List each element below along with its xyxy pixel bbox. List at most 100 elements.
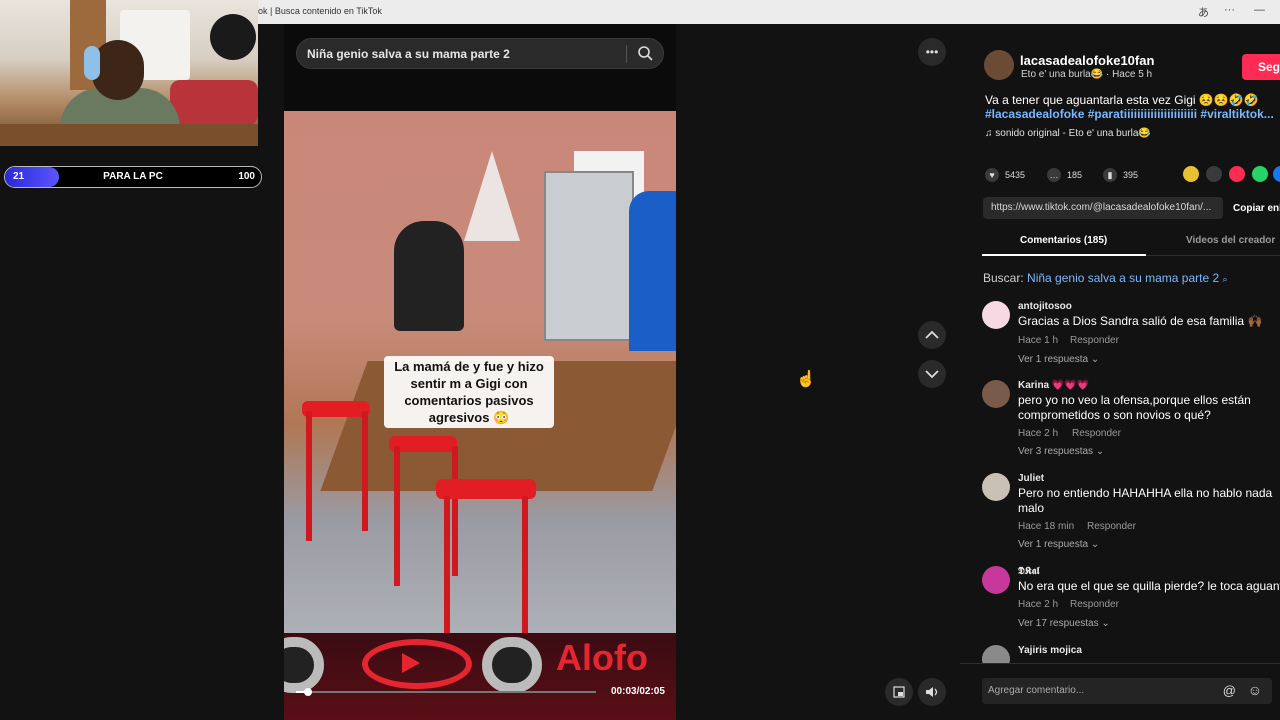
view-replies-link[interactable]: Ver 1 respuesta ⌄: [1018, 539, 1099, 550]
comment-username[interactable]: Karina 💗💗💗: [1018, 380, 1089, 391]
comment-time: Hace 18 min: [1018, 521, 1075, 532]
comment-text: Pero no entiendo HAHAHHA ella no hablo n…: [1018, 486, 1273, 515]
add-comment-placeholder: Agregar comentario...: [988, 685, 1085, 696]
webcam-table: [0, 124, 258, 146]
search-input[interactable]: Niña genio salva a su mama parte 2: [296, 38, 664, 69]
banner-play-icon: [402, 653, 420, 673]
picture-in-picture-button[interactable]: [885, 678, 913, 706]
comment-username[interactable]: antojitosoo: [1018, 301, 1072, 312]
comment-reply-button[interactable]: Responder: [1070, 335, 1119, 346]
red-stool: [436, 479, 536, 499]
browser-title-bar: ok | Busca contenido en TikTok あ ··· —: [258, 0, 1280, 24]
more-horizontal-icon: •••: [925, 45, 939, 59]
emoji-icon[interactable]: ☺: [1248, 682, 1262, 698]
view-replies-link[interactable]: Ver 3 respuestas ⌄: [1018, 446, 1104, 457]
goal-progress-bar: 21 PARA LA PC 100: [4, 166, 262, 188]
banner-ring: [482, 637, 542, 693]
search-divider: [626, 45, 627, 63]
tab-active-indicator: [982, 254, 1146, 256]
follow-button[interactable]: Segu: [1242, 54, 1280, 80]
studio-fridge: [544, 171, 634, 341]
search-suggestion[interactable]: Buscar: Niña genio salva a su mama parte…: [983, 271, 1228, 285]
search-input-value: Niña genio salva a su mama parte 2: [307, 47, 510, 61]
more-options-button[interactable]: •••: [918, 38, 946, 66]
comment-icon: …: [1047, 168, 1061, 182]
stool-leg: [306, 411, 312, 541]
banner-brand-text: Alofo: [556, 637, 648, 678]
next-video-button[interactable]: [918, 360, 946, 388]
previous-video-button[interactable]: [918, 321, 946, 349]
stool-leg: [362, 411, 368, 531]
post-music[interactable]: ♫ sonido original - Eto e' una burla😂: [985, 128, 1151, 139]
comment-button[interactable]: … 185: [1047, 168, 1082, 182]
copy-link-button[interactable]: Copiar enl: [1233, 203, 1280, 214]
commenter-avatar[interactable]: [982, 380, 1010, 408]
search-icon[interactable]: [637, 45, 653, 66]
comment-count: 185: [1067, 170, 1083, 180]
footer-divider: [960, 663, 1280, 664]
goal-max: 100: [238, 171, 255, 182]
video-lower-banner: Alofo: [284, 633, 676, 720]
stool-leg: [522, 496, 528, 633]
read-aloud-icon[interactable]: あ: [1198, 4, 1209, 20]
tab-comments[interactable]: Comentarios (185): [1020, 235, 1107, 246]
video-player[interactable]: La mamá de y fue y hizo sentir m a Gigi …: [284, 111, 676, 633]
screen: 21 PARA LA PC 100 ok | Busca contenido e…: [0, 0, 1280, 720]
comment-item: 𝕯𝕶𝖆𝖑 No era que el que se quilla pierde?…: [982, 566, 1280, 636]
post-hashtags[interactable]: #lacasadealofoke #paratiiiiiiiiiiiiiiiii…: [985, 107, 1277, 121]
video-progress-bar[interactable]: [296, 688, 596, 696]
volume-button[interactable]: [918, 678, 946, 706]
comment-reply-button[interactable]: Responder: [1087, 521, 1136, 532]
commenter-avatar[interactable]: [982, 301, 1010, 329]
pip-icon: [893, 686, 905, 698]
whatsapp-icon[interactable]: [1252, 166, 1268, 182]
video-person-left: [394, 221, 464, 331]
comment-username[interactable]: Juliet: [1018, 473, 1044, 484]
comment-username[interactable]: 𝕯𝕶𝖆𝖑: [1018, 566, 1039, 577]
stool-leg: [444, 496, 450, 633]
save-count: 395: [1123, 170, 1139, 180]
save-button[interactable]: ▮ 395: [1103, 168, 1138, 182]
webcam-headset: [84, 46, 100, 80]
add-comment-input[interactable]: Agregar comentario... @ ☺: [982, 678, 1272, 704]
post-description: Va a tener que aguantarla esta vez Gigi …: [985, 93, 1259, 107]
comment-reply-button[interactable]: Responder: [1072, 428, 1121, 439]
author-avatar[interactable]: [984, 50, 1014, 80]
banner-ring: [284, 637, 324, 693]
send-icon[interactable]: [1229, 166, 1245, 182]
like-button[interactable]: ♥ 5435: [985, 168, 1025, 182]
share-friends-icon[interactable]: [1183, 166, 1199, 182]
author-username[interactable]: lacasadealofoke10fan: [1020, 53, 1154, 68]
commenter-avatar[interactable]: [982, 645, 1010, 663]
comment-username[interactable]: Yajiris mojica: [1018, 645, 1082, 656]
search-suggestion-term[interactable]: Niña genio salva a su mama parte 2: [1027, 271, 1219, 285]
video-link-field[interactable]: https://www.tiktok.com/@lacasadealofoke1…: [983, 197, 1223, 219]
studio-logo-shape: [464, 151, 520, 241]
view-replies-link[interactable]: Ver 1 respuesta ⌄: [1018, 354, 1099, 365]
commenter-avatar[interactable]: [982, 566, 1010, 594]
comment-reply-button[interactable]: Responder: [1070, 599, 1119, 610]
comment-item: Yajiris mojica: [982, 645, 1280, 663]
stool-leg: [452, 446, 458, 576]
tab-creator-videos[interactable]: Videos del creador: [1186, 235, 1275, 246]
browser-tab-title: ok | Busca contenido en TikTok: [258, 6, 382, 16]
video-progress-knob[interactable]: [304, 688, 312, 696]
chevron-down-icon: [925, 370, 939, 379]
commenter-avatar[interactable]: [982, 473, 1010, 501]
comment-item: Juliet Pero no entiendo HAHAHHA ella no …: [982, 473, 1280, 558]
browser-more-icon[interactable]: ···: [1224, 4, 1235, 16]
heart-icon: ♥: [985, 168, 999, 182]
red-stool: [302, 401, 370, 417]
embed-code-icon[interactable]: [1206, 166, 1222, 182]
mouse-cursor-icon: ☝: [796, 371, 816, 388]
bookmark-icon: ▮: [1103, 168, 1117, 182]
mention-icon[interactable]: @: [1223, 683, 1236, 698]
comment-text: pero yo no veo la ofensa,porque ellos es…: [1018, 393, 1251, 422]
minimize-icon[interactable]: —: [1254, 4, 1265, 16]
comment-text: No era que el que se quilla pierde? le t…: [1018, 579, 1280, 593]
video-caption: La mamá de y fue y hizo sentir m a Gigi …: [384, 356, 554, 428]
webcam-chair: [170, 80, 258, 125]
webcam-feed: [0, 0, 258, 146]
view-replies-link[interactable]: Ver 17 respuestas ⌄: [1018, 618, 1110, 629]
comment-time: Hace 1 h: [1018, 335, 1059, 346]
